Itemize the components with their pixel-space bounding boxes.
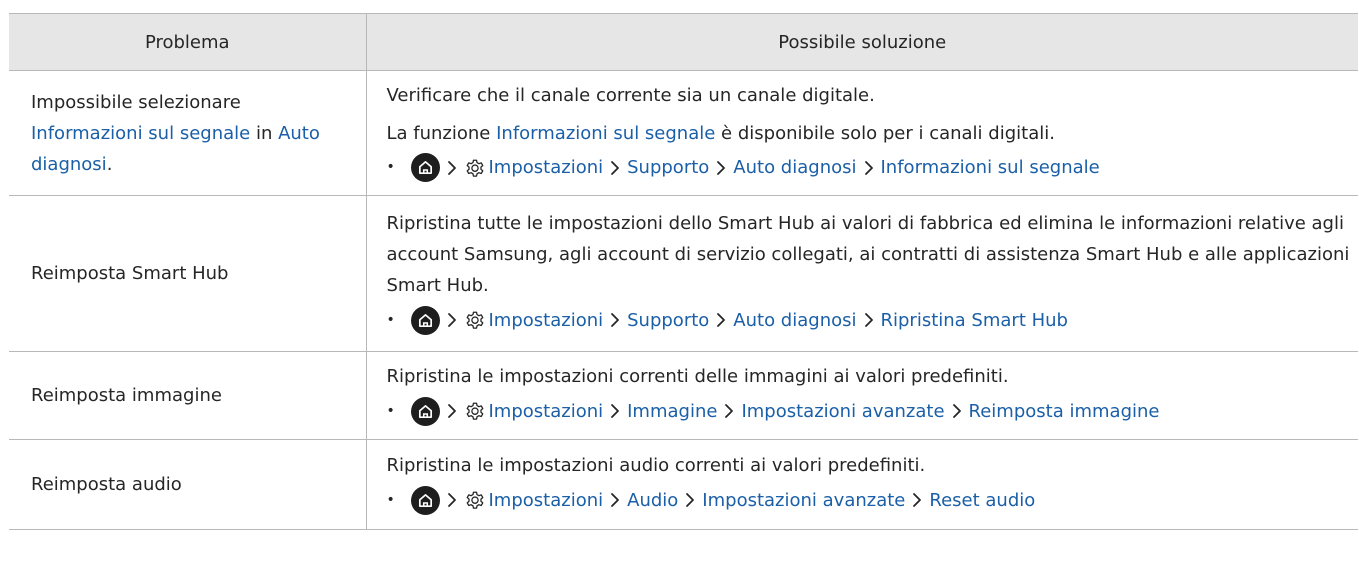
- menu-path-step[interactable]: Reimposta immagine: [969, 396, 1160, 427]
- troubleshooting-table: Problema Possibile soluzione Impossibile…: [9, 13, 1358, 530]
- problem-cell: Impossibile selezionare Informazioni sul…: [9, 70, 367, 196]
- menu-path-step[interactable]: Auto diagnosi: [733, 152, 856, 183]
- menu-path-step[interactable]: Impostazioni: [489, 396, 604, 427]
- solution-text: Ripristina tutte le impostazioni dello S…: [386, 213, 1350, 296]
- chevron-right-icon: [864, 160, 874, 176]
- chevron-right-icon: [864, 312, 874, 328]
- gear-icon: [464, 400, 486, 422]
- menu-path-step[interactable]: Impostazioni: [489, 305, 604, 336]
- menu-path: • Impostazioni Immagine Impostazioni avanza…: [387, 392, 1355, 430]
- bullet: •: [386, 311, 395, 328]
- gear-icon: [464, 489, 486, 511]
- menu-path-step[interactable]: Ripristina Smart Hub: [881, 305, 1068, 336]
- solution-cell: Ripristina le impostazioni audio corrent…: [366, 439, 1358, 530]
- gear-icon: [464, 157, 486, 179]
- menu-path: • Impostazioni Supporto Auto diagnosi Ripris…: [387, 301, 1355, 339]
- chevron-right-icon: [610, 160, 620, 176]
- chevron-right-icon: [685, 492, 695, 508]
- home-icon: [410, 305, 440, 335]
- menu-path-step[interactable]: Audio: [627, 485, 678, 516]
- bullet: •: [386, 159, 395, 175]
- menu-path-step[interactable]: Supporto: [627, 152, 709, 183]
- menu-path-step[interactable]: Impostazioni: [489, 485, 604, 516]
- solution-text-part: La funzione: [386, 122, 497, 144]
- solution-cell: Ripristina tutte le impostazioni dello S…: [366, 195, 1358, 352]
- problem-text: .: [106, 153, 113, 175]
- chevron-right-icon: [716, 160, 726, 176]
- link-signal-info[interactable]: Informazioni sul segnale: [31, 123, 250, 144]
- menu-path: • Impostazioni Audio Impostazioni avanzate R…: [387, 481, 1355, 519]
- menu-path-step[interactable]: Impostazioni avanzate: [741, 396, 944, 427]
- table-row: Reimposta Smart Hub Ripristina tutte le …: [9, 195, 1358, 352]
- menu-path-step[interactable]: Auto diagnosi: [733, 305, 856, 336]
- chevron-right-icon: [724, 403, 734, 419]
- chevron-right-icon: [952, 403, 962, 419]
- menu-path-step[interactable]: Impostazioni: [489, 152, 604, 183]
- solution-text: Verificare che il canale corrente sia un…: [386, 84, 875, 106]
- table-header-row: Problema Possibile soluzione: [9, 13, 1358, 71]
- chevron-right-icon: [447, 403, 457, 419]
- chevron-right-icon: [447, 492, 457, 508]
- solution-text-part: è disponibile solo per i canali digitali…: [715, 122, 1055, 144]
- link-signal-info[interactable]: Informazioni sul segnale: [496, 123, 715, 144]
- solution-cell: Ripristina le impostazioni correnti dell…: [366, 351, 1358, 440]
- menu-path-step[interactable]: Informazioni sul segnale: [881, 152, 1100, 183]
- problem-cell: Reimposta audio: [9, 439, 367, 530]
- chevron-right-icon: [912, 492, 922, 508]
- gear-icon: [464, 309, 486, 331]
- table-row: Reimposta audio Ripristina le impostazio…: [9, 439, 1358, 530]
- problem-cell: Reimposta Smart Hub: [9, 195, 367, 352]
- chevron-right-icon: [716, 312, 726, 328]
- solution-text: Ripristina le impostazioni correnti dell…: [386, 366, 1009, 387]
- table-row: Impossibile selezionare Informazioni sul…: [9, 70, 1358, 196]
- problem-cell: Reimposta immagine: [9, 351, 367, 440]
- bullet: •: [386, 491, 395, 508]
- problem-text: Impossibile selezionare: [31, 91, 241, 113]
- chevron-right-icon: [610, 403, 620, 419]
- bullet: •: [386, 402, 395, 419]
- chevron-right-icon: [610, 492, 620, 508]
- home-icon: [410, 485, 440, 515]
- solution-cell: Verificare che il canale corrente sia un…: [366, 70, 1358, 196]
- menu-path-step[interactable]: Supporto: [627, 305, 709, 336]
- solution-text: La funzione Informazioni sul segnale è d…: [387, 118, 1355, 149]
- home-icon: [410, 396, 440, 426]
- home-icon: [410, 153, 440, 182]
- column-header-solution: Possibile soluzione: [366, 13, 1358, 71]
- problem-text: in: [250, 122, 279, 144]
- menu-path-step[interactable]: Immagine: [627, 396, 717, 427]
- chevron-right-icon: [447, 312, 457, 328]
- menu-path-step[interactable]: Reset audio: [929, 485, 1035, 516]
- column-header-problem: Problema: [9, 13, 367, 71]
- chevron-right-icon: [610, 312, 620, 328]
- solution-text: Ripristina le impostazioni audio corrent…: [386, 455, 926, 476]
- menu-path: • Impostazioni Supporto Auto diagnosi Inform…: [387, 149, 1355, 187]
- menu-path-step[interactable]: Impostazioni avanzate: [702, 485, 905, 516]
- table-row: Reimposta immagine Ripristina le imposta…: [9, 351, 1358, 440]
- chevron-right-icon: [447, 160, 457, 176]
